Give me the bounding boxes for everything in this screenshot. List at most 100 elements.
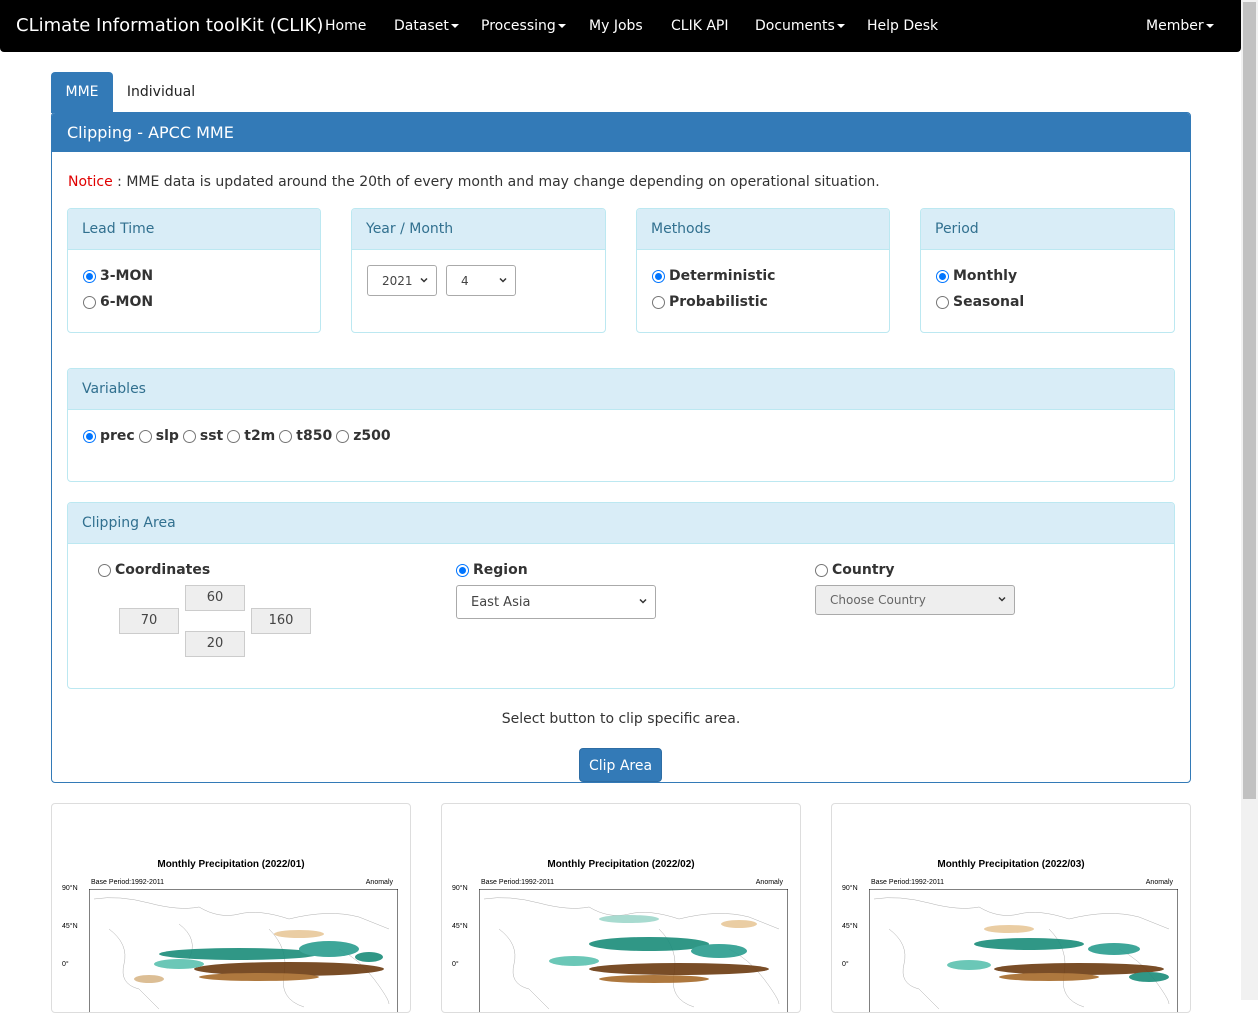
base-period-label: Base Period:1992-2011 — [871, 879, 945, 886]
clip-area-button[interactable]: Clip Area — [579, 748, 662, 782]
variables-heading: Variables — [68, 369, 1174, 410]
period-heading: Period — [921, 209, 1174, 250]
clipping-panel: Clipping - APCC MME Notice : MME data is… — [51, 112, 1191, 783]
nav-help-desk[interactable]: Help Desk — [867, 18, 938, 34]
lead-time-heading: Lead Time — [68, 209, 320, 250]
radio-seasonal[interactable] — [936, 295, 949, 309]
radio-slp[interactable] — [138, 429, 152, 443]
period-monthly-option[interactable]: Monthly — [936, 268, 1017, 284]
panel-title: Clipping - APCC MME — [52, 113, 1190, 152]
lat-label-90n: 90°N — [62, 885, 78, 892]
caret-down-icon — [557, 24, 566, 28]
nav-dataset[interactable]: Dataset — [394, 18, 459, 34]
variables-panel: Variables prec slp sst t2m t850 z500 — [67, 368, 1175, 482]
base-period-label: Base Period:1992-2011 — [481, 879, 555, 886]
label-slp: slp — [155, 428, 179, 444]
country-option[interactable]: Country — [815, 562, 895, 578]
top-navbar: CLimate Information toolKit (CLIK) Home … — [0, 0, 1241, 52]
region-option[interactable]: Region — [456, 562, 528, 578]
label-z500: z500 — [353, 428, 391, 444]
clipping-area-panel: Clipping Area Coordinates 60 70 160 20 R… — [67, 502, 1175, 689]
tab-mme[interactable]: MME — [51, 72, 113, 113]
west-coordinate-input[interactable]: 70 — [119, 608, 179, 634]
anomaly-label: Anomaly — [1145, 879, 1173, 886]
radio-coordinates[interactable] — [98, 563, 111, 577]
year-month-heading: Year / Month — [352, 209, 605, 250]
forecast-map-thumbnail-2[interactable]: Monthly Precipitation (2022/02) Base Per… — [441, 803, 801, 1013]
south-coordinate-input[interactable]: 20 — [185, 631, 245, 657]
coordinates-option[interactable]: Coordinates — [98, 562, 210, 578]
forecast-map-thumbnail-1[interactable]: Monthly Precipitation (2022/01) Base Per… — [51, 803, 411, 1013]
precipitation-anomaly-map — [479, 889, 788, 1012]
radio-sst[interactable] — [182, 429, 196, 443]
nav-my-jobs[interactable]: My Jobs — [589, 18, 643, 34]
lat-label-0: 0° — [452, 961, 459, 968]
nav-processing[interactable]: Processing — [481, 18, 566, 34]
lat-label-45n: 45°N — [452, 923, 468, 930]
radio-probabilistic[interactable] — [652, 295, 665, 309]
map-title: Monthly Precipitation (2022/02) — [547, 859, 695, 870]
label-t2m: t2m — [244, 428, 276, 444]
brand-title[interactable]: CLimate Information toolKit (CLIK) — [16, 15, 323, 36]
radio-deterministic[interactable] — [652, 269, 665, 283]
label-t850: t850 — [296, 428, 333, 444]
radio-t2m[interactable] — [227, 429, 241, 443]
radio-country[interactable] — [815, 563, 828, 577]
nav-clik-api[interactable]: CLIK API — [671, 18, 728, 34]
lat-label-90n: 90°N — [452, 885, 468, 892]
lead-time-3mon-option[interactable]: 3-MON — [83, 268, 153, 284]
notice-label: Notice — [68, 174, 113, 190]
chevron-down-icon — [998, 596, 1006, 602]
variables-options: prec slp sst t2m t850 z500 — [83, 428, 395, 444]
period-seasonal-option[interactable]: Seasonal — [936, 294, 1024, 310]
lat-label-45n: 45°N — [62, 923, 78, 930]
scrollbar-thumb[interactable] — [1243, 2, 1256, 799]
radio-t850[interactable] — [279, 429, 293, 443]
methods-deterministic-option[interactable]: Deterministic — [652, 268, 775, 284]
north-coordinate-input[interactable]: 60 — [185, 585, 245, 611]
helper-text: Select button to clip specific area. — [501, 711, 741, 727]
radio-6mon[interactable] — [83, 295, 96, 309]
period-panel: Period Monthly Seasonal — [920, 208, 1175, 333]
month-select[interactable]: 4 — [446, 265, 516, 296]
anomaly-label: Anomaly — [755, 879, 783, 886]
region-select[interactable]: East Asia — [456, 585, 656, 619]
lead-time-panel: Lead Time 3-MON 6-MON — [67, 208, 321, 333]
lead-time-6mon-option[interactable]: 6-MON — [83, 294, 153, 310]
country-select[interactable]: Choose Country — [815, 585, 1015, 615]
nav-documents[interactable]: Documents — [755, 18, 845, 34]
lat-label-0: 0° — [842, 961, 849, 968]
methods-probabilistic-option[interactable]: Probabilistic — [652, 294, 768, 310]
east-coordinate-input[interactable]: 160 — [251, 608, 311, 634]
lat-label-45n: 45°N — [842, 923, 858, 930]
radio-z500[interactable] — [336, 429, 350, 443]
radio-monthly[interactable] — [936, 269, 949, 283]
caret-down-icon — [836, 24, 845, 28]
map-title: Monthly Precipitation (2022/01) — [157, 859, 305, 870]
chevron-down-icon — [499, 277, 507, 283]
methods-panel: Methods Deterministic Probabilistic — [636, 208, 890, 333]
year-month-panel: Year / Month 2021 4 — [351, 208, 606, 333]
nav-member[interactable]: Member — [1146, 18, 1214, 34]
map-title: Monthly Precipitation (2022/03) — [937, 859, 1085, 870]
radio-region[interactable] — [456, 563, 469, 577]
tab-individual[interactable]: Individual — [120, 72, 202, 113]
radio-prec[interactable] — [83, 429, 96, 443]
methods-heading: Methods — [637, 209, 889, 250]
caret-down-icon — [1205, 24, 1214, 28]
notice-text: Notice : MME data is updated around the … — [68, 174, 880, 190]
notice-message: : MME data is updated around the 20th of… — [112, 174, 880, 190]
precipitation-anomaly-map — [869, 889, 1178, 1012]
nav-home[interactable]: Home — [325, 18, 366, 34]
chevron-down-icon — [639, 598, 647, 604]
lat-label-90n: 90°N — [842, 885, 858, 892]
radio-3mon[interactable] — [83, 269, 96, 283]
clipping-area-heading: Clipping Area — [68, 503, 1174, 544]
year-select[interactable]: 2021 — [367, 265, 437, 296]
chevron-down-icon — [420, 277, 428, 283]
caret-down-icon — [450, 24, 459, 28]
anomaly-label: Anomaly — [365, 879, 393, 886]
label-sst: sst — [199, 428, 224, 444]
precipitation-anomaly-map — [89, 889, 398, 1012]
forecast-map-thumbnail-3[interactable]: Monthly Precipitation (2022/03) Base Per… — [831, 803, 1191, 1013]
